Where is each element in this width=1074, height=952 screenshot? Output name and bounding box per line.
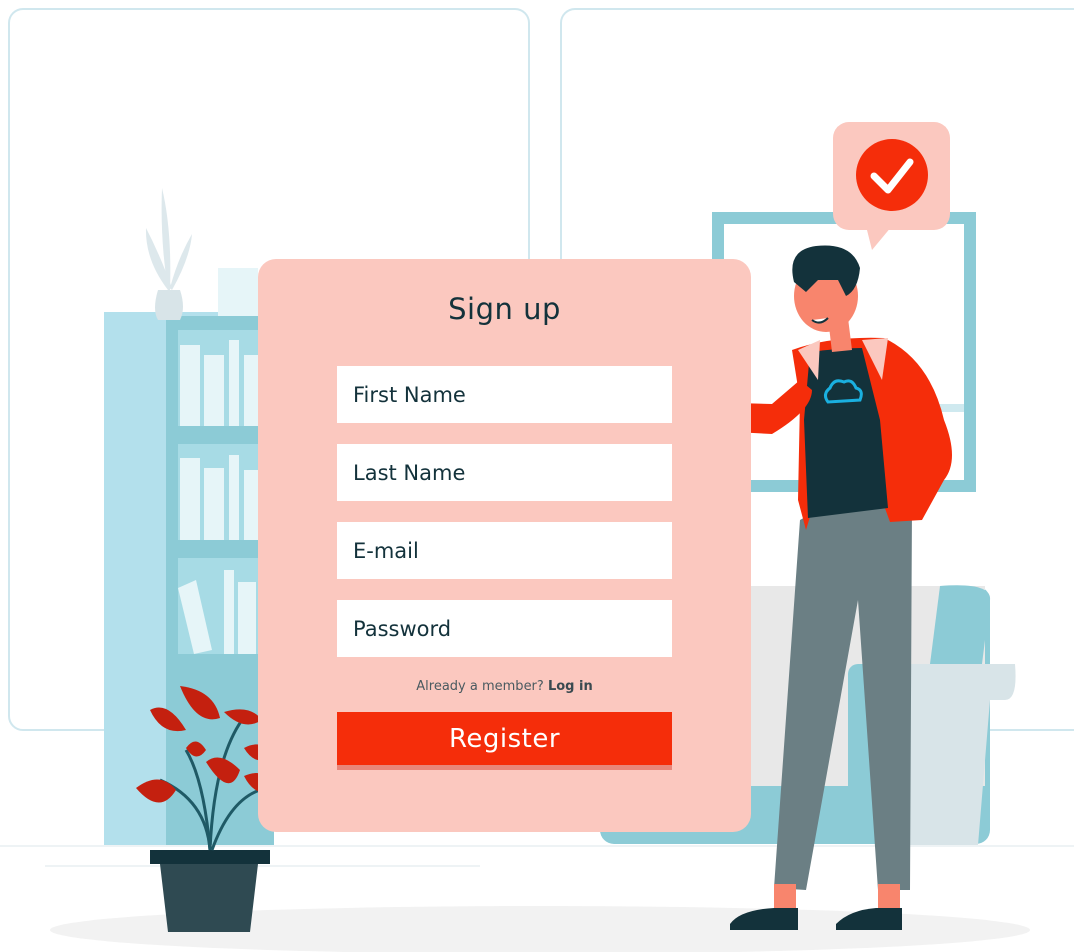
password-input[interactable]: [337, 600, 672, 657]
register-button[interactable]: Register: [337, 712, 672, 770]
signup-card: Sign up Already a member? Log in Registe…: [258, 259, 751, 832]
first-name-input[interactable]: [337, 366, 672, 423]
login-link[interactable]: Log in: [548, 679, 593, 694]
email-input[interactable]: [337, 522, 672, 579]
last-name-input[interactable]: [337, 444, 672, 501]
check-icon: [856, 139, 928, 211]
member-prompt-text: Already a member?: [416, 679, 544, 694]
member-prompt-line: Already a member? Log in: [258, 679, 751, 694]
signup-title: Sign up: [448, 292, 561, 326]
vase-plant: [145, 188, 192, 320]
